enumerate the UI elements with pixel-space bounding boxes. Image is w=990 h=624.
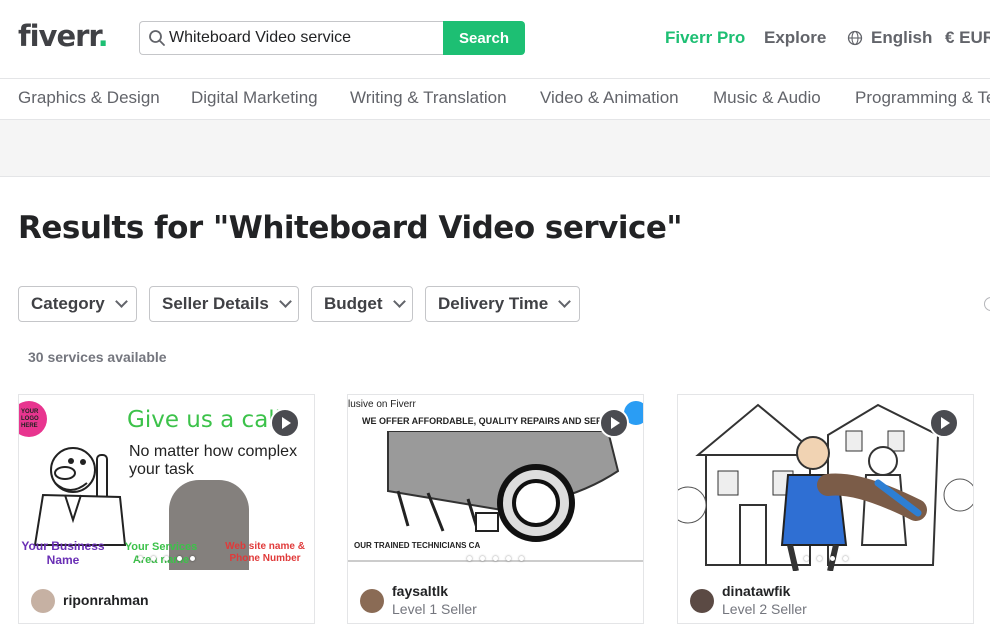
gig-thumbnail[interactable] xyxy=(678,395,973,571)
carousel-dots xyxy=(678,556,973,561)
category-digital-marketing[interactable]: Digital Marketing xyxy=(191,88,318,108)
gig-card[interactable]: lusive on Fiverr WE OFFER AFFORDABLE, QU… xyxy=(347,394,644,624)
category-graphics-design[interactable]: Graphics & Design xyxy=(18,88,160,108)
carousel-dot[interactable] xyxy=(506,556,511,561)
category-writing-translation[interactable]: Writing & Translation xyxy=(350,88,507,108)
seller-name[interactable]: riponrahman xyxy=(63,592,149,608)
carousel-dot[interactable] xyxy=(816,556,822,561)
search-icon xyxy=(149,30,165,46)
filter-seller-details[interactable]: Seller Details xyxy=(149,286,299,322)
gig-thumbnail[interactable]: lusive on Fiverr WE OFFER AFFORDABLE, QU… xyxy=(348,395,643,571)
nav-currency[interactable]: € EUR xyxy=(945,28,990,48)
thumb-business-label: Your Business Name xyxy=(21,539,105,567)
category-music-audio[interactable]: Music & Audio xyxy=(713,88,821,108)
category-programming-tech[interactable]: Programming & Tech xyxy=(855,88,990,108)
thumb-bottom-text: OUR TRAINED TECHNICIANS CA xyxy=(354,541,481,550)
gig-thumbnail[interactable]: YOUR LOGO HERE Give us a call No matter … xyxy=(19,395,314,571)
play-icon[interactable] xyxy=(929,408,959,438)
carousel-dot[interactable] xyxy=(164,556,169,561)
services-count: 30 services available xyxy=(28,349,167,365)
play-icon[interactable] xyxy=(599,408,629,438)
carousel-dot[interactable] xyxy=(519,556,524,561)
carousel-dot[interactable] xyxy=(829,556,835,561)
carousel-dot[interactable] xyxy=(842,556,848,561)
seller-level: Level 2 Seller xyxy=(722,601,807,617)
thumb-top-text: lusive on Fiverr xyxy=(348,399,416,410)
thumb-line1: No matter how complex xyxy=(129,443,298,460)
thumb-badge-text: YOUR LOGO HERE xyxy=(21,409,39,429)
filter-budget-label: Budget xyxy=(324,294,383,313)
banner-strip xyxy=(0,120,990,177)
avatar[interactable] xyxy=(31,589,55,613)
carousel-dot[interactable] xyxy=(151,556,156,561)
avatar[interactable] xyxy=(360,589,384,613)
filter-category-label: Category xyxy=(31,294,105,313)
search-field[interactable] xyxy=(139,21,444,55)
gig-card[interactable]: dinatawfik Level 2 Seller xyxy=(677,394,974,624)
fiverr-logo[interactable]: fiverr. xyxy=(18,18,109,54)
chevron-down-icon xyxy=(114,295,128,308)
seller-name[interactable]: faysaltlk xyxy=(392,583,448,599)
thumb-headline: Give us a call xyxy=(127,407,282,433)
thumb-headline: WE OFFER AFFORDABLE, QUALITY REPAIRS AND… xyxy=(362,416,624,426)
nav-explore[interactable]: Explore xyxy=(764,28,826,48)
carousel-dot[interactable] xyxy=(190,556,195,561)
chevron-down-icon xyxy=(392,295,406,308)
carousel-dot[interactable] xyxy=(803,556,809,561)
filter-delivery-time-label: Delivery Time xyxy=(438,294,549,313)
nav-language-label: English xyxy=(871,28,933,47)
logo-dot: . xyxy=(97,19,109,53)
play-icon[interactable] xyxy=(270,408,300,438)
search-button[interactable]: Search xyxy=(443,21,525,55)
thumb-web-label: Web site name & Phone Number xyxy=(225,541,305,564)
logo-text: fiverr xyxy=(18,19,99,53)
carousel-dot[interactable] xyxy=(467,556,472,561)
carousel-dots xyxy=(348,556,643,561)
toggle-switch[interactable] xyxy=(984,297,990,311)
search-input[interactable] xyxy=(169,22,439,54)
thumb-line2: your task xyxy=(129,461,194,478)
avatar[interactable] xyxy=(690,589,714,613)
carousel-dot[interactable] xyxy=(138,556,143,561)
filter-category[interactable]: Category xyxy=(18,286,137,322)
nav-language[interactable]: English xyxy=(847,28,932,48)
gig-card[interactable]: YOUR LOGO HERE Give us a call No matter … xyxy=(18,394,315,624)
carousel-dot[interactable] xyxy=(177,556,182,561)
site-header: fiverr. Search Fiverr Pro Explore Englis… xyxy=(0,0,990,79)
search-bar: Search xyxy=(139,21,525,55)
thumb-services-label: Your Services Area name xyxy=(124,541,198,566)
filter-budget[interactable]: Budget xyxy=(311,286,413,322)
category-menu: Graphics & Design Digital Marketing Writ… xyxy=(0,79,990,120)
chevron-down-icon xyxy=(278,295,292,308)
category-video-animation[interactable]: Video & Animation xyxy=(540,88,679,108)
seller-name[interactable]: dinatawfik xyxy=(722,583,790,599)
carousel-dots xyxy=(19,556,314,561)
car-repair-drawing-icon xyxy=(348,431,643,562)
seller-level: Level 1 Seller xyxy=(392,601,477,617)
carousel-dot[interactable] xyxy=(480,556,485,561)
filter-delivery-time[interactable]: Delivery Time xyxy=(425,286,580,322)
nav-fiverr-pro[interactable]: Fiverr Pro xyxy=(665,28,745,48)
carousel-dot[interactable] xyxy=(493,556,498,561)
chevron-down-icon xyxy=(558,295,572,308)
results-title: Results for "Whiteboard Video service" xyxy=(18,210,683,246)
filter-seller-details-label: Seller Details xyxy=(162,294,269,313)
